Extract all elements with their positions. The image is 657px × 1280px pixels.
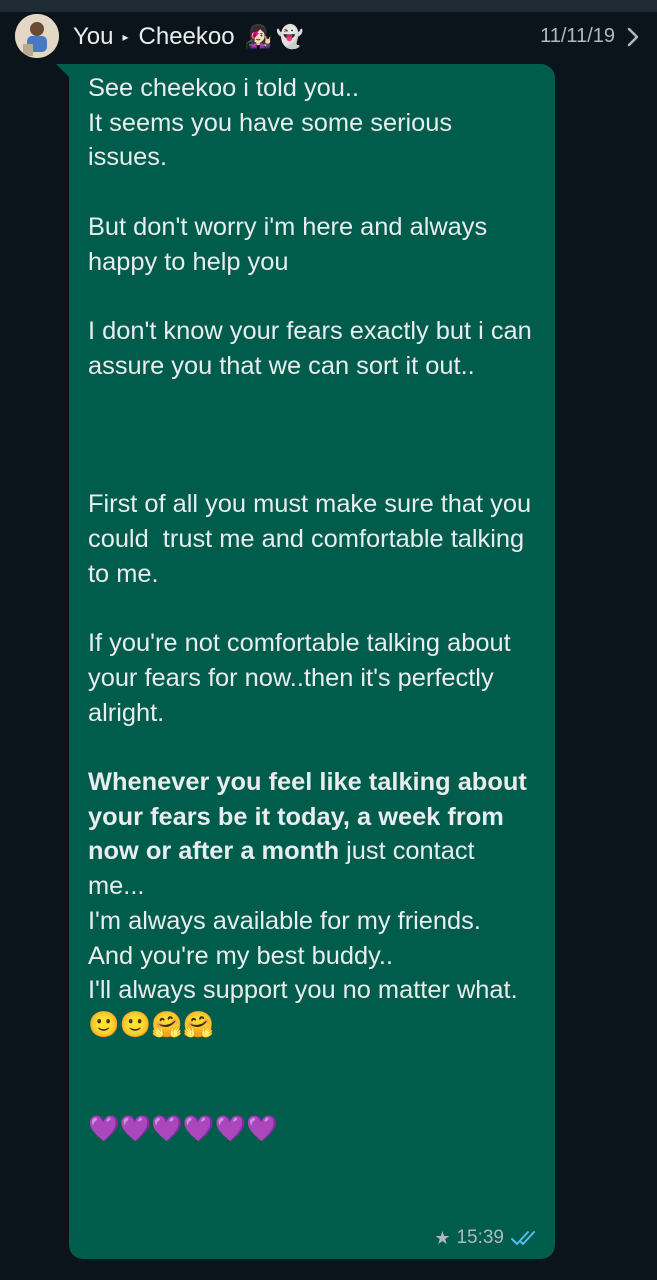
avatar-image	[15, 14, 59, 58]
status-bar-strip	[0, 0, 657, 12]
avatar[interactable]	[15, 14, 59, 58]
message-line: I'm always available for my friends.	[88, 906, 481, 935]
message-paragraph: But don't worry i'm here and always happ…	[88, 212, 495, 276]
bubble-tail	[56, 64, 70, 78]
recipient-emojis: 👩🏻‍🎤 👻	[245, 24, 304, 50]
recipient-name: Cheekoo	[138, 23, 235, 50]
message-info-header: You ▸ Cheekoo 👩🏻‍🎤 👻 11/11/19	[0, 12, 657, 62]
double-check-icon	[511, 1231, 535, 1245]
message-text: See cheekoo i told you.. It seems you ha…	[88, 71, 538, 1147]
arrow-icon: ▸	[122, 30, 129, 44]
message-line: And you're my best buddy..	[88, 941, 393, 970]
message-date: 11/11/19	[540, 25, 615, 47]
message-line: I'll always support you no matter what.	[88, 976, 518, 1005]
message-line: It seems you have some serious issues.	[88, 108, 460, 172]
message-paragraph: I don't know your fears exactly but i ca…	[88, 316, 539, 380]
message-time: 15:39	[456, 1227, 504, 1248]
heart-emoji-line: 💜💜💜💜💜💜	[88, 1115, 278, 1144]
message-line: See cheekoo i told you..	[88, 74, 360, 102]
ghost-emoji: 👻	[276, 24, 304, 49]
emoji-line: 🙂🙂🤗🤗	[88, 1010, 215, 1039]
star-icon: ★	[434, 1227, 451, 1248]
message-meta: ★ 15:39	[434, 1227, 540, 1249]
chevron-right-icon[interactable]	[623, 26, 643, 48]
sender-name: You	[73, 23, 114, 50]
woman-singer-emoji: 👩🏻‍🎤	[244, 24, 273, 49]
conversation-title: You ▸ Cheekoo 👩🏻‍🎤 👻	[73, 22, 303, 52]
message-paragraph: First of all you must make sure that you…	[88, 490, 539, 588]
message-paragraph: If you're not comfortable talking about …	[88, 629, 518, 727]
